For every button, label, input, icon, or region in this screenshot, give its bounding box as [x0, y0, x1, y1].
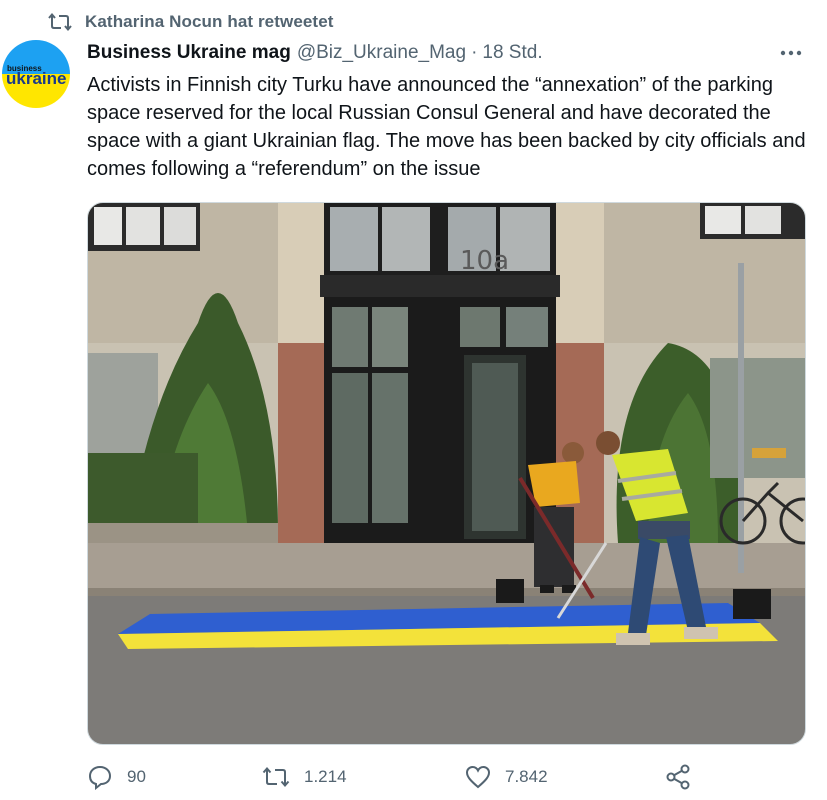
- social-context[interactable]: Katharina Nocun hat retweetet: [47, 10, 334, 34]
- author-display-name[interactable]: Business Ukraine mag: [87, 42, 291, 64]
- reply-count: 90: [127, 767, 146, 786]
- tweet-timestamp[interactable]: 18 Std.: [482, 42, 542, 64]
- reply-icon: [88, 765, 112, 790]
- separator-dot: ·: [471, 42, 478, 63]
- like-count: 7.842: [505, 767, 548, 786]
- tweet-actions: 90 1.214 7.842: [87, 762, 727, 792]
- retweet-button[interactable]: 1.214: [262, 762, 347, 792]
- author-handle[interactable]: @Biz_Ukraine_Mag: [297, 42, 466, 64]
- heart-icon: [465, 765, 491, 789]
- like-button[interactable]: 7.842: [465, 762, 548, 792]
- tweet-text: Activists in Finnish city Turku have ann…: [87, 74, 806, 180]
- retweet-icon: [47, 11, 73, 33]
- reply-button[interactable]: 90: [87, 762, 146, 792]
- tweet-header: Business Ukraine mag @Biz_Ukraine_Mag · …: [87, 40, 807, 66]
- more-horizontal-icon: [780, 50, 802, 56]
- retweet-icon: [262, 766, 290, 788]
- share-button[interactable]: [665, 762, 691, 792]
- tweet-photo[interactable]: 10a: [87, 202, 806, 745]
- share-icon: [666, 764, 690, 790]
- avatar[interactable]: business ukraine: [2, 40, 70, 108]
- more-options-button[interactable]: [777, 40, 805, 66]
- retweet-count: 1.214: [304, 767, 347, 786]
- retweeted-by-text[interactable]: Katharina Nocun hat retweetet: [85, 12, 334, 32]
- building-number: 10a: [460, 246, 509, 276]
- avatar-logo-main: ukraine: [6, 69, 66, 88]
